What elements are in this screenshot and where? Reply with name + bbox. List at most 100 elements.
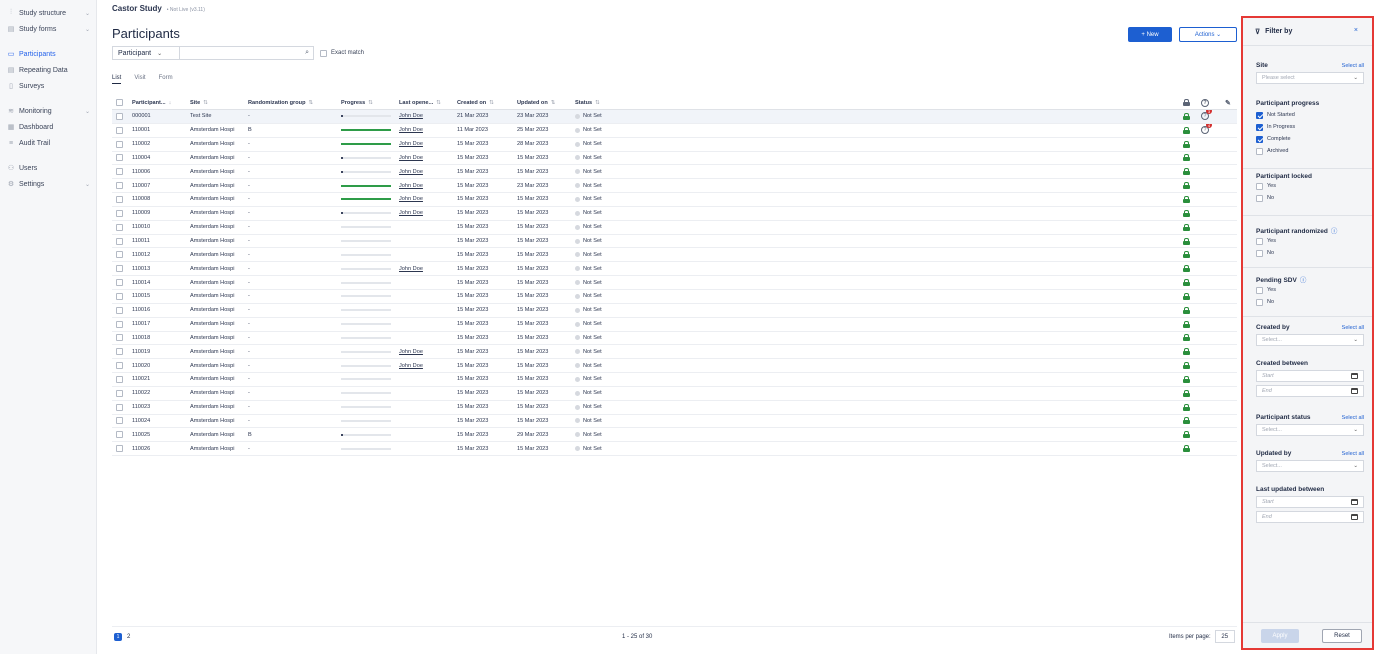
lock-cell[interactable] <box>1183 221 1193 234</box>
participant-id[interactable]: 110019 <box>132 345 187 358</box>
col-progress[interactable]: Progress ⇅ <box>341 96 399 109</box>
lock-icon[interactable] <box>1183 154 1190 162</box>
info-icon[interactable]: ⓘ <box>1331 228 1338 235</box>
lock-icon[interactable] <box>1183 182 1190 190</box>
row-checkbox[interactable] <box>116 417 123 425</box>
lock-icon[interactable] <box>1183 209 1190 217</box>
participant-id[interactable]: 110021 <box>132 373 187 386</box>
randomized-no-option[interactable]: No <box>1256 247 1364 259</box>
row-checkbox[interactable] <box>116 112 123 120</box>
lock-icon[interactable] <box>1183 279 1190 287</box>
table-row[interactable]: 110008 Amsterdam Hospi - John Doe 15 Mar 202… <box>112 193 1237 207</box>
lock-icon[interactable] <box>1183 320 1190 328</box>
last-opened-user[interactable]: John Doe <box>399 349 423 355</box>
table-row[interactable]: 110026 Amsterdam Hospi - 15 Mar 2023 15 Mar … <box>112 442 1237 457</box>
new-button[interactable]: + New <box>1128 27 1172 42</box>
lock-icon[interactable] <box>1183 292 1190 300</box>
exact-match-toggle[interactable]: Exact match <box>320 49 364 57</box>
row-checkbox[interactable] <box>116 237 123 245</box>
row-checkbox[interactable] <box>116 306 123 314</box>
lock-cell[interactable] <box>1183 276 1193 289</box>
lock-cell[interactable] <box>1183 387 1193 400</box>
site-select-all[interactable]: Select all <box>1342 63 1364 69</box>
lock-cell[interactable] <box>1183 304 1193 317</box>
row-checkbox[interactable] <box>116 375 123 383</box>
lock-cell[interactable] <box>1183 124 1193 137</box>
reset-button[interactable]: Reset <box>1322 629 1362 643</box>
col-updated[interactable]: Updated on ⇅ <box>517 96 574 109</box>
last-opened-cell[interactable]: John Doe <box>399 193 456 206</box>
lock-cell[interactable] <box>1183 359 1193 372</box>
participant-id[interactable]: 000001 <box>132 110 187 123</box>
participant-id[interactable]: 110004 <box>132 152 187 165</box>
row-checkbox[interactable] <box>116 362 123 370</box>
row-checkbox[interactable] <box>116 265 123 273</box>
sdv-yes-checkbox[interactable] <box>1256 286 1263 294</box>
lock-icon[interactable] <box>1183 306 1190 314</box>
participant-id[interactable]: 110022 <box>132 387 187 400</box>
participant-id[interactable]: 110025 <box>132 428 187 441</box>
exact-match-checkbox[interactable] <box>320 49 327 57</box>
row-checkbox[interactable] <box>116 168 123 176</box>
last-opened-user[interactable]: John Doe <box>399 127 423 133</box>
lock-icon[interactable] <box>1183 140 1190 148</box>
col-status[interactable]: Status ⇅ <box>575 96 635 109</box>
actions-button[interactable]: Actions ⌄ <box>1179 27 1237 42</box>
progress-option-in-progress[interactable]: In Progress <box>1256 121 1364 133</box>
lock-icon[interactable] <box>1183 237 1190 245</box>
last-opened-user[interactable]: John Doe <box>399 113 423 119</box>
table-row[interactable]: 110016 Amsterdam Hospi - 15 Mar 2023 15 Mar … <box>112 304 1237 318</box>
locked-yes-option[interactable]: Yes <box>1256 180 1364 192</box>
progress-checkbox-not-started[interactable] <box>1256 111 1263 119</box>
progress-checkbox-archived[interactable] <box>1256 147 1263 155</box>
participant-id[interactable]: 110013 <box>132 262 187 275</box>
lock-icon[interactable] <box>1183 168 1190 176</box>
randomized-no-checkbox[interactable] <box>1256 249 1263 257</box>
lock-icon[interactable] <box>1183 334 1190 342</box>
search-input[interactable]: ⌕ <box>179 46 314 60</box>
participant-id[interactable]: 110012 <box>132 248 187 261</box>
locked-no-option[interactable]: No <box>1256 192 1364 204</box>
row-checkbox[interactable] <box>116 195 123 203</box>
lock-icon[interactable] <box>1183 348 1190 356</box>
lock-icon[interactable] <box>1183 417 1190 425</box>
participant-id[interactable]: 110001 <box>132 124 187 137</box>
row-checkbox[interactable] <box>116 431 123 439</box>
lock-cell[interactable] <box>1183 179 1193 192</box>
locked-no-checkbox[interactable] <box>1256 194 1263 202</box>
locked-yes-checkbox[interactable] <box>1256 182 1263 190</box>
col-last-opened[interactable]: Last opene... ⇅ <box>399 96 456 109</box>
table-row[interactable]: 110025 Amsterdam Hospi B 15 Mar 2023 29 Mar … <box>112 428 1237 443</box>
row-checkbox[interactable] <box>116 403 123 411</box>
last-opened-user[interactable]: John Doe <box>399 363 423 369</box>
table-row[interactable]: 110017 Amsterdam Hospi - 15 Mar 2023 15 Mar … <box>112 318 1237 332</box>
randomized-yes-checkbox[interactable] <box>1256 237 1263 245</box>
last-opened-user[interactable]: John Doe <box>399 196 423 202</box>
row-checkbox[interactable] <box>116 445 123 453</box>
row-checkbox[interactable] <box>116 334 123 342</box>
lock-cell[interactable] <box>1183 248 1193 261</box>
lock-icon[interactable] <box>1183 265 1190 273</box>
last-opened-cell[interactable]: John Doe <box>399 138 456 151</box>
row-checkbox[interactable] <box>116 223 123 231</box>
lock-cell[interactable] <box>1183 110 1193 123</box>
progress-option-not-started[interactable]: Not Started <box>1256 109 1364 121</box>
lock-cell[interactable] <box>1183 138 1193 151</box>
lock-cell[interactable] <box>1183 345 1193 358</box>
last-opened-cell[interactable]: John Doe <box>399 179 456 192</box>
table-row[interactable]: 110012 Amsterdam Hospi - 15 Mar 2023 15 Mar … <box>112 248 1237 263</box>
row-checkbox[interactable] <box>116 154 123 162</box>
table-row[interactable]: 110021 Amsterdam Hospi - 15 Mar 2023 15 Mar … <box>112 373 1237 387</box>
lock-cell[interactable] <box>1183 401 1193 414</box>
table-row[interactable]: 110014 Amsterdam Hospi - 15 Mar 2023 15 Mar … <box>112 276 1237 290</box>
participant-id[interactable]: 110015 <box>132 290 187 303</box>
row-checkbox[interactable] <box>116 209 123 217</box>
lock-cell[interactable] <box>1183 207 1193 220</box>
lock-icon[interactable] <box>1183 445 1190 453</box>
sidebar-item-participants[interactable]: ▭ Participants <box>6 47 96 61</box>
participant-id[interactable]: 110017 <box>132 318 187 331</box>
row-checkbox[interactable] <box>116 389 123 397</box>
tab-form[interactable]: Form <box>159 75 173 84</box>
col-created[interactable]: Created on ⇅ <box>457 96 514 109</box>
last-opened-user[interactable]: John Doe <box>399 266 423 272</box>
